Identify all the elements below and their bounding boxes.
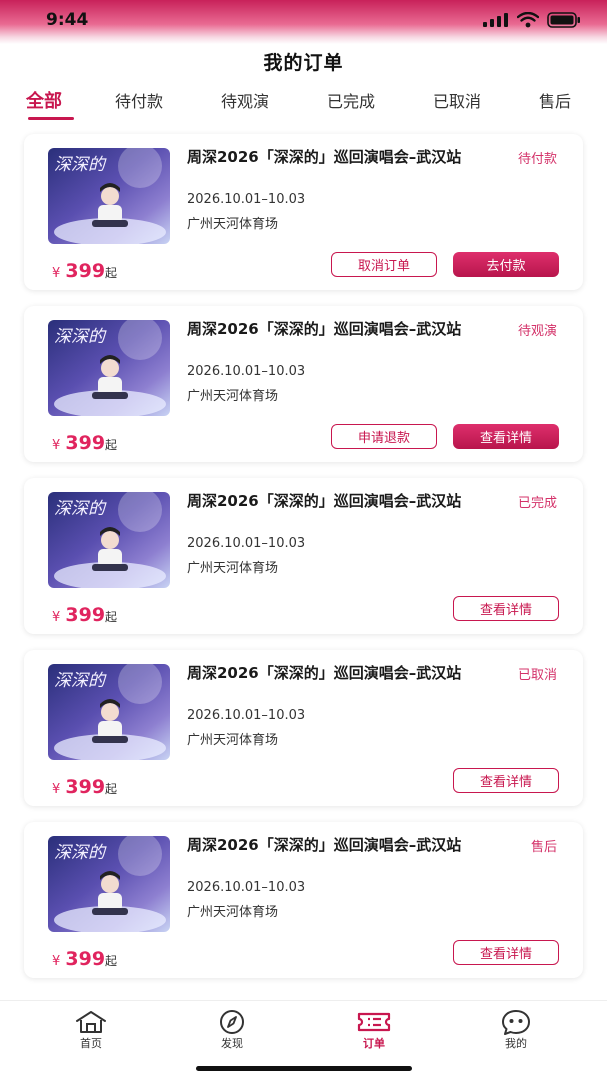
- request-refund-button[interactable]: 申请退款: [331, 424, 437, 449]
- concert-poster: 深深的: [48, 836, 170, 932]
- compass-icon: [220, 1010, 244, 1034]
- price-value: 399: [65, 432, 106, 454]
- svg-text:深深的: 深深的: [54, 499, 107, 519]
- price-value: 399: [65, 776, 106, 798]
- tab-after-sales[interactable]: 售后: [539, 88, 571, 112]
- system-icons: [483, 12, 581, 28]
- cellular-signal-icon: [483, 13, 508, 27]
- tab-cancelled[interactable]: 已取消: [433, 88, 481, 112]
- price-currency: ¥: [52, 438, 61, 453]
- price-suffix: 起: [105, 266, 118, 280]
- price-currency: ¥: [52, 782, 61, 797]
- concert-title: 周深2026「深深的」巡回演唱会–武汉站: [187, 148, 462, 166]
- svg-text:深深的: 深深的: [54, 155, 107, 175]
- price-currency: ¥: [52, 954, 61, 969]
- price-value: 399: [65, 948, 106, 970]
- page-title: 我的订单: [263, 52, 344, 74]
- price-suffix: 起: [105, 610, 118, 624]
- order-status: 售后: [530, 840, 557, 855]
- price-suffix: 起: [105, 438, 118, 452]
- concert-venue: 广州天河体育场: [187, 389, 279, 404]
- order-actions: 查看详情: [453, 768, 559, 793]
- order-card[interactable]: 深深的 周深2026「深深的」巡回演唱会–武汉站 2026.10.01–10.0…: [24, 822, 583, 978]
- concert-poster: 深深的: [48, 664, 170, 760]
- order-card[interactable]: 深深的 周深2026「深深的」巡回演唱会–武汉站 2026.10.01–10.0…: [24, 478, 583, 634]
- concert-date: 2026.10.01–10.03: [187, 364, 306, 379]
- order-actions: 查看详情: [453, 596, 559, 621]
- concert-venue: 广州天河体育场: [187, 733, 279, 748]
- price: ¥ 399起: [52, 432, 117, 454]
- view-details-button[interactable]: 查看详情: [453, 768, 559, 793]
- svg-text:深深的: 深深的: [54, 843, 107, 863]
- concert-venue: 广州天河体育场: [187, 217, 279, 232]
- price-value: 399: [65, 604, 106, 626]
- order-status: 待观演: [517, 324, 557, 339]
- nav-profile[interactable]: 我的: [476, 1009, 556, 1051]
- view-details-button[interactable]: 查看详情: [453, 940, 559, 965]
- view-details-button[interactable]: 查看详情: [453, 596, 559, 621]
- order-actions: 查看详情: [453, 940, 559, 965]
- concert-title: 周深2026「深深的」巡回演唱会–武汉站: [187, 836, 462, 854]
- order-status-tabs: 全部 待付款 待观演 已完成 已取消 售后: [0, 88, 607, 124]
- wifi-icon: [517, 12, 539, 28]
- pay-button[interactable]: 去付款: [453, 252, 559, 277]
- active-tab-indicator: [28, 117, 74, 120]
- price: ¥ 399起: [52, 948, 117, 970]
- concert-date: 2026.10.01–10.03: [187, 880, 306, 895]
- order-card[interactable]: 深深的 周深2026「深深的」巡回演唱会–武汉站 2026.10.01–10.0…: [24, 650, 583, 806]
- home-icon: [76, 1011, 106, 1033]
- concert-date: 2026.10.01–10.03: [187, 192, 306, 207]
- concert-title: 周深2026「深深的」巡回演唱会–武汉站: [187, 320, 462, 338]
- concert-date: 2026.10.01–10.03: [187, 536, 306, 551]
- concert-title: 周深2026「深深的」巡回演唱会–武汉站: [187, 664, 462, 682]
- status-time: 9:44: [46, 10, 89, 30]
- concert-title: 周深2026「深深的」巡回演唱会–武汉站: [187, 492, 462, 510]
- price-currency: ¥: [52, 610, 61, 625]
- concert-venue: 广州天河体育场: [187, 561, 279, 576]
- price-suffix: 起: [105, 782, 118, 796]
- price: ¥ 399起: [52, 776, 117, 798]
- concert-poster: 深深的: [48, 320, 170, 416]
- price-currency: ¥: [52, 266, 61, 281]
- tab-pending-payment[interactable]: 待付款: [115, 88, 163, 112]
- tab-all[interactable]: 全部: [26, 87, 62, 113]
- concert-venue: 广州天河体育场: [187, 905, 279, 920]
- nav-home[interactable]: 首页: [51, 1009, 131, 1051]
- status-bar: 9:44: [0, 0, 607, 44]
- price-suffix: 起: [105, 954, 118, 968]
- nav-discover-label: 发现: [221, 1037, 243, 1050]
- nav-home-label: 首页: [80, 1037, 102, 1050]
- order-actions: 取消订单 去付款: [331, 252, 559, 277]
- svg-text:深深的: 深深的: [54, 671, 107, 691]
- tab-pending-show[interactable]: 待观演: [221, 88, 269, 112]
- price: ¥ 399起: [52, 604, 117, 626]
- concert-poster: 深深的: [48, 492, 170, 588]
- concert-date: 2026.10.01–10.03: [187, 708, 306, 723]
- order-status: 待付款: [517, 152, 557, 167]
- view-details-button[interactable]: 查看详情: [453, 424, 559, 449]
- nav-orders[interactable]: 订单: [334, 1009, 414, 1051]
- cancel-order-button[interactable]: 取消订单: [331, 252, 437, 277]
- concert-poster: 深深的: [48, 148, 170, 244]
- battery-icon: [547, 12, 580, 28]
- order-actions: 申请退款 查看详情: [331, 424, 559, 449]
- order-status: 已取消: [517, 668, 557, 683]
- order-card[interactable]: 深深的 周深2026「深深的」巡回演唱会–武汉站 2026.10.01–10.0…: [24, 306, 583, 462]
- home-indicator: [196, 1066, 412, 1071]
- order-card[interactable]: 深深的 周深2026「深深的」巡回演唱会–武汉站 2026.10.01–10.0…: [24, 134, 583, 290]
- nav-discover[interactable]: 发现: [192, 1009, 272, 1051]
- price-value: 399: [65, 260, 106, 282]
- profile-face-icon: [502, 1010, 530, 1035]
- price: ¥ 399起: [52, 260, 117, 282]
- order-list-icon: [357, 1012, 391, 1032]
- svg-text:深深的: 深深的: [54, 327, 107, 347]
- order-status: 已完成: [517, 496, 557, 511]
- nav-orders-label: 订单: [363, 1037, 385, 1050]
- tab-completed[interactable]: 已完成: [327, 88, 375, 112]
- nav-profile-label: 我的: [505, 1037, 527, 1050]
